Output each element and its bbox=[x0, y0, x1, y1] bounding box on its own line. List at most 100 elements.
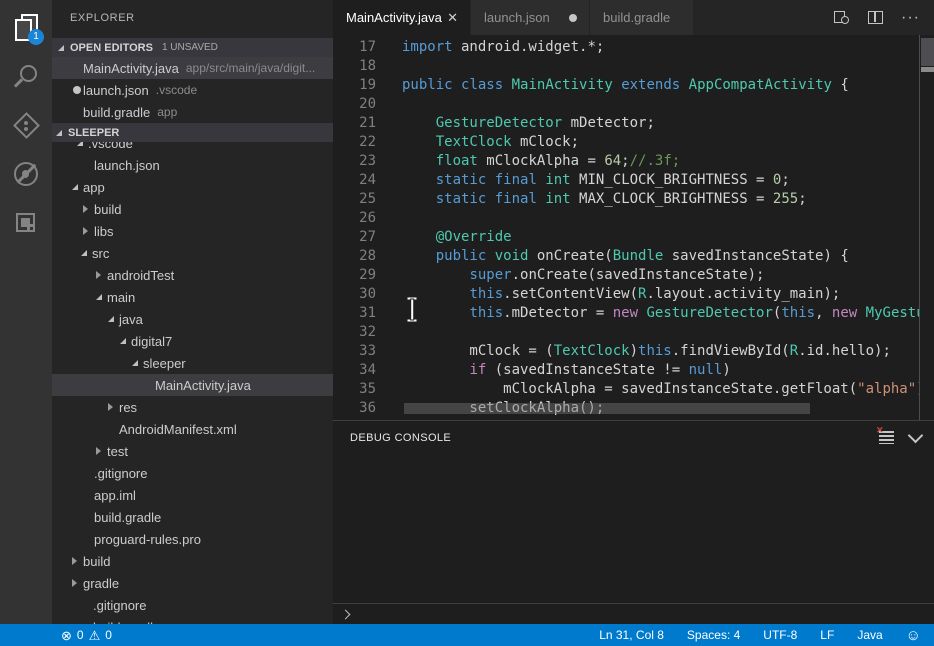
project-section-header[interactable]: SLEEPER bbox=[52, 123, 333, 142]
open-preview-icon[interactable] bbox=[834, 11, 850, 25]
panel-header: DEBUG CONSOLE bbox=[333, 421, 934, 454]
line-content bbox=[376, 209, 402, 228]
tree-item[interactable]: main bbox=[52, 286, 333, 308]
line-number: 36 bbox=[333, 399, 376, 418]
line-content: if (savedInstanceState != null) bbox=[376, 361, 731, 380]
dirty-dot-icon bbox=[569, 14, 577, 22]
sidebar-title: EXPLORER bbox=[52, 0, 135, 35]
warning-icon: ⚠ bbox=[89, 629, 101, 642]
line-number: 24 bbox=[333, 171, 376, 190]
activity-bar-item-extensions[interactable] bbox=[0, 198, 52, 247]
tree-item[interactable]: build.gradle bbox=[52, 506, 333, 528]
clear-console-icon[interactable] bbox=[879, 431, 894, 444]
tree-item[interactable]: androidTest bbox=[52, 264, 333, 286]
cursor-position[interactable]: Ln 31, Col 8 bbox=[599, 628, 664, 642]
tree-item-label: AndroidManifest.xml bbox=[52, 422, 237, 437]
tree-item[interactable]: .gitignore bbox=[52, 462, 333, 484]
tree-item[interactable]: test bbox=[52, 440, 333, 462]
tree-item[interactable]: sleeper bbox=[52, 352, 333, 374]
problems-status[interactable]: ⊗ 0 ⚠ 0 bbox=[61, 628, 112, 642]
tab-launch.json[interactable]: launch.json bbox=[471, 0, 589, 35]
tree-item[interactable]: .gitignore bbox=[52, 594, 333, 616]
open-editors-label: OPEN EDITORS bbox=[70, 42, 153, 54]
open-editor-item[interactable]: launch.json.vscode bbox=[52, 79, 333, 101]
tree-item-label: app bbox=[52, 180, 105, 195]
line-number: 18 bbox=[333, 57, 376, 76]
chevron-down-icon[interactable] bbox=[908, 428, 924, 444]
twisty-expanded-icon bbox=[108, 316, 114, 322]
scrollbar-thumb[interactable] bbox=[921, 38, 934, 66]
tree-item[interactable]: res bbox=[52, 396, 333, 418]
code-line: 18 bbox=[333, 57, 920, 76]
language-mode[interactable]: Java bbox=[857, 628, 882, 642]
tree-item[interactable]: build bbox=[52, 198, 333, 220]
feedback-smiley-icon[interactable]: ☺ bbox=[906, 628, 921, 643]
code-editor[interactable]: 17import android.widget.*;1819public cla… bbox=[333, 35, 934, 420]
tree-item[interactable]: build.gradle bbox=[52, 616, 333, 624]
dirty-dot-icon bbox=[73, 86, 81, 94]
tree-item[interactable]: build bbox=[52, 550, 333, 572]
file-path-detail: app/src/main/java/digit... bbox=[186, 61, 315, 75]
activity-bar-item-files[interactable]: 1 bbox=[0, 2, 52, 51]
close-tab-icon[interactable]: ✕ bbox=[447, 10, 460, 26]
tree-item[interactable]: digital7 bbox=[52, 330, 333, 352]
activity-bar-item-source-control[interactable] bbox=[0, 100, 52, 149]
line-content: TextClock mClock; bbox=[376, 133, 579, 152]
tree-item[interactable]: java bbox=[52, 308, 333, 330]
encoding[interactable]: UTF-8 bbox=[763, 628, 797, 642]
status-bar: ⊗ 0 ⚠ 0 Ln 31, Col 8 Spaces: 4 UTF-8 LF Java… bbox=[0, 624, 934, 646]
line-content: public void onCreate(Bundle savedInstanc… bbox=[376, 247, 849, 266]
code-area: 17import android.widget.*;1819public cla… bbox=[333, 38, 920, 418]
tree-item[interactable]: src bbox=[52, 242, 333, 264]
horizontal-scrollbar[interactable] bbox=[404, 403, 810, 414]
tree-item[interactable]: libs bbox=[52, 220, 333, 242]
indentation[interactable]: Spaces: 4 bbox=[687, 628, 740, 642]
tree-item[interactable]: app.iml bbox=[52, 484, 333, 506]
panel-title[interactable]: DEBUG CONSOLE bbox=[350, 432, 451, 444]
code-line: 27 @Override bbox=[333, 228, 920, 247]
tab-build.gradle[interactable]: build.gradle bbox=[590, 0, 693, 35]
tree-item[interactable]: gradle bbox=[52, 572, 333, 594]
code-line: 17import android.widget.*; bbox=[333, 38, 920, 57]
activity-bar-item-debug[interactable] bbox=[0, 149, 52, 198]
line-content bbox=[376, 57, 402, 76]
tree-item[interactable]: AndroidManifest.xml bbox=[52, 418, 333, 440]
panel-actions bbox=[879, 431, 921, 444]
extensions-icon bbox=[13, 210, 39, 236]
split-editor-icon[interactable] bbox=[868, 11, 883, 24]
open-editor-item[interactable]: build.gradleapp bbox=[52, 101, 333, 123]
tab-MainActivity.java[interactable]: MainActivity.java✕ bbox=[333, 0, 470, 35]
tree-item[interactable]: app bbox=[52, 176, 333, 198]
tree-item[interactable]: MainActivity.java bbox=[52, 374, 333, 396]
more-actions-icon[interactable]: ··· bbox=[901, 13, 920, 23]
tree-item-label: java bbox=[52, 312, 143, 327]
vertical-scrollbar[interactable] bbox=[919, 35, 934, 420]
line-number: 17 bbox=[333, 38, 376, 57]
line-number: 26 bbox=[333, 209, 376, 228]
open-editors-header[interactable]: OPEN EDITORS 1 UNSAVED bbox=[52, 38, 333, 57]
tree-item-label: res bbox=[52, 400, 137, 415]
search-icon bbox=[14, 64, 38, 88]
eol[interactable]: LF bbox=[820, 628, 834, 642]
tree-item[interactable]: proguard-rules.pro bbox=[52, 528, 333, 550]
twisty-expanded-icon bbox=[120, 338, 126, 344]
code-line: 29 super.onCreate(savedInstanceState); bbox=[333, 266, 920, 285]
file-path-detail: app bbox=[157, 105, 177, 119]
tree-item-label: main bbox=[52, 290, 135, 305]
file-label: MainActivity.java bbox=[83, 61, 179, 76]
code-line: 22 TextClock mClock; bbox=[333, 133, 920, 152]
tree-item-label: .gitignore bbox=[52, 598, 146, 613]
code-line: 25 static final int MAX_CLOCK_BRIGHTNESS… bbox=[333, 190, 920, 209]
twisty-collapsed-icon bbox=[72, 579, 77, 587]
debug-console-input[interactable] bbox=[333, 603, 934, 624]
twisty-expanded-icon bbox=[72, 184, 78, 190]
bug-dot bbox=[22, 170, 29, 178]
tabs: MainActivity.java✕launch.jsonbuild.gradl… bbox=[333, 0, 693, 35]
line-content: mClock = (TextClock)this.findViewById(R.… bbox=[376, 342, 891, 361]
code-line: 24 static final int MIN_CLOCK_BRIGHTNESS… bbox=[333, 171, 920, 190]
twisty-collapsed-icon bbox=[83, 205, 88, 213]
tab-actions: ··· bbox=[834, 0, 934, 35]
open-editor-item[interactable]: MainActivity.java app/src/main/java/digit… bbox=[52, 57, 333, 79]
tree-item[interactable]: launch.json bbox=[52, 154, 333, 176]
activity-bar-item-search[interactable] bbox=[0, 51, 52, 100]
